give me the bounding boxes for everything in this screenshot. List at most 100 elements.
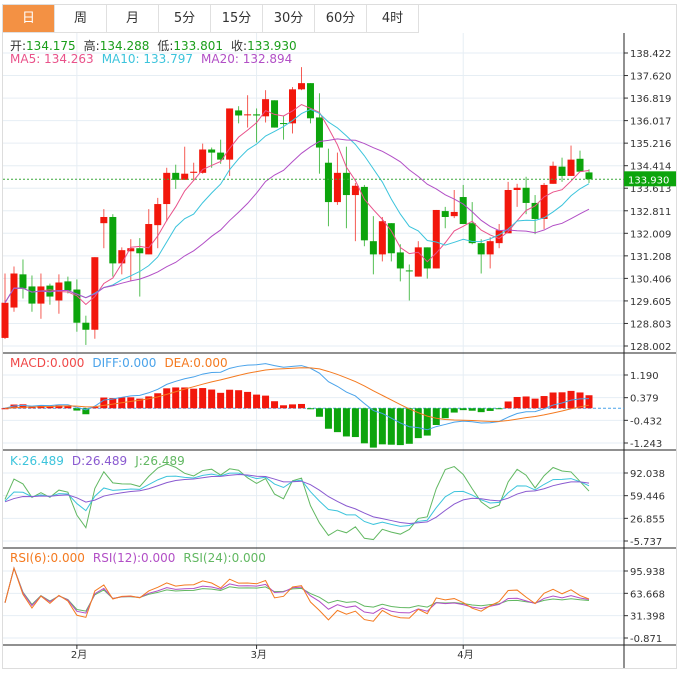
candle-body bbox=[450, 211, 458, 217]
macd-axis-tick-label: -1.243 bbox=[630, 439, 662, 450]
price-axis-tick-label: 128.803 bbox=[630, 319, 671, 330]
close-label: 收: bbox=[231, 39, 248, 53]
macd-bar bbox=[450, 408, 458, 413]
price-axis-tick-label: 136.819 bbox=[630, 94, 671, 105]
price-axis-tick-label: 129.605 bbox=[630, 297, 671, 308]
macd-bar bbox=[280, 405, 288, 409]
macd-bar bbox=[351, 408, 359, 438]
macd-legend: MACD:0.000 DIFF:0.000 DEA:0.000 bbox=[10, 356, 236, 370]
j-value: J:26.489 bbox=[135, 454, 185, 468]
macd-bar bbox=[226, 389, 234, 409]
candle-body bbox=[441, 211, 449, 217]
candle-body bbox=[486, 241, 494, 255]
high-label: 高: bbox=[83, 39, 100, 53]
candle-body bbox=[477, 243, 485, 255]
macd-bar bbox=[262, 395, 270, 409]
macd-bar bbox=[459, 408, 467, 411]
candle-body bbox=[297, 83, 305, 90]
macd-bar bbox=[100, 397, 108, 409]
macd-bar bbox=[190, 388, 198, 409]
x-axis-label: 4月 bbox=[457, 649, 473, 661]
kline-chart[interactable]: 138.422 137.620 136.819 136.017 135.216 134.4… bbox=[0, 0, 680, 678]
close-value: 133.930 bbox=[247, 39, 297, 53]
candle-body bbox=[423, 247, 431, 269]
rsi-axis-tick-label: 95.938 bbox=[630, 567, 665, 578]
rsi-axis-tick-label: 31.398 bbox=[630, 612, 665, 623]
candle-body bbox=[414, 247, 422, 277]
kdj-axis-tick-label: 59.446 bbox=[630, 492, 665, 503]
diff-value: DIFF:0.000 bbox=[92, 356, 157, 370]
macd-bar bbox=[486, 408, 494, 411]
candle-body bbox=[1, 302, 9, 338]
candle-body bbox=[100, 216, 108, 224]
macd-bar bbox=[441, 408, 449, 419]
candle-body bbox=[342, 172, 350, 196]
candle-body bbox=[459, 197, 467, 225]
macd-axis-tick-label: -0.432 bbox=[630, 416, 662, 427]
macd-bar bbox=[271, 401, 279, 409]
macd-bar bbox=[154, 393, 162, 409]
macd-bar bbox=[432, 408, 440, 425]
candle-body bbox=[405, 270, 413, 272]
rsi6-line bbox=[4, 566, 590, 622]
high-value: 134.288 bbox=[99, 39, 150, 53]
candle-body bbox=[576, 158, 584, 172]
macd-bar bbox=[199, 388, 207, 409]
x-axis-label: 2月 bbox=[71, 649, 87, 661]
candle-body bbox=[154, 204, 162, 226]
candle-body bbox=[244, 114, 252, 116]
price-axis-tick-label: 137.620 bbox=[630, 72, 671, 83]
macd-bar bbox=[306, 408, 314, 410]
candle-body bbox=[28, 286, 36, 304]
ma20-value: MA20: 132.894 bbox=[201, 52, 293, 66]
macd-bar bbox=[504, 401, 512, 409]
candle-body bbox=[378, 221, 386, 255]
dea-line bbox=[4, 367, 590, 422]
rsi12-value: RSI(12):0.000 bbox=[92, 551, 176, 565]
candle-body bbox=[136, 248, 144, 254]
price-axis-tick-label: 132.009 bbox=[630, 229, 671, 240]
candle-body bbox=[513, 187, 521, 190]
rsi6-value: RSI(6):0.000 bbox=[10, 551, 85, 565]
macd-bar bbox=[342, 408, 350, 437]
candle-body bbox=[468, 223, 476, 244]
macd-bar bbox=[513, 396, 521, 409]
open-value: 134.175 bbox=[26, 39, 76, 53]
macd-bar bbox=[369, 408, 377, 448]
macd-bar bbox=[387, 408, 395, 445]
candle-body bbox=[163, 172, 171, 205]
rsi12-line bbox=[4, 566, 590, 614]
macd-bar bbox=[315, 408, 323, 417]
price-axis-tick-label: 131.208 bbox=[630, 252, 671, 263]
kdj-axis-tick-label: 26.855 bbox=[630, 514, 665, 525]
macd-bar bbox=[360, 408, 368, 444]
price-axis-tick-label: 134.414 bbox=[630, 162, 671, 173]
candle-body bbox=[432, 209, 440, 269]
macd-bar bbox=[244, 391, 252, 409]
ma5-value: MA5: 134.263 bbox=[10, 52, 94, 66]
candle-body bbox=[235, 110, 243, 116]
candle-body bbox=[118, 250, 126, 264]
macd-bar bbox=[540, 396, 548, 409]
candle-body bbox=[19, 274, 27, 289]
macd-bar bbox=[522, 396, 530, 409]
candle-body bbox=[109, 216, 117, 264]
candle-body bbox=[585, 172, 593, 180]
candle-body bbox=[567, 159, 575, 176]
price-axis-tick-label: 135.216 bbox=[630, 139, 671, 150]
d-value: D:26.489 bbox=[71, 454, 128, 468]
candle-body bbox=[253, 114, 261, 116]
candle-body bbox=[522, 187, 530, 203]
macd-bar bbox=[217, 392, 225, 409]
price-axis-tick-label: 128.002 bbox=[630, 342, 671, 353]
k-value: K:26.489 bbox=[10, 454, 64, 468]
kdj-axis-tick-label: -5.737 bbox=[630, 537, 662, 548]
price-axis-tick-label: 138.422 bbox=[630, 49, 671, 60]
candle-body bbox=[351, 185, 359, 196]
candle-body bbox=[37, 286, 45, 304]
last-price-label: 133.930 bbox=[628, 175, 669, 186]
macd-bar bbox=[558, 392, 566, 409]
macd-bar bbox=[253, 394, 261, 409]
ma-legend: MA5: 134.263 MA10: 133.797 MA20: 132.894 bbox=[10, 52, 300, 66]
candle-body bbox=[324, 162, 332, 203]
